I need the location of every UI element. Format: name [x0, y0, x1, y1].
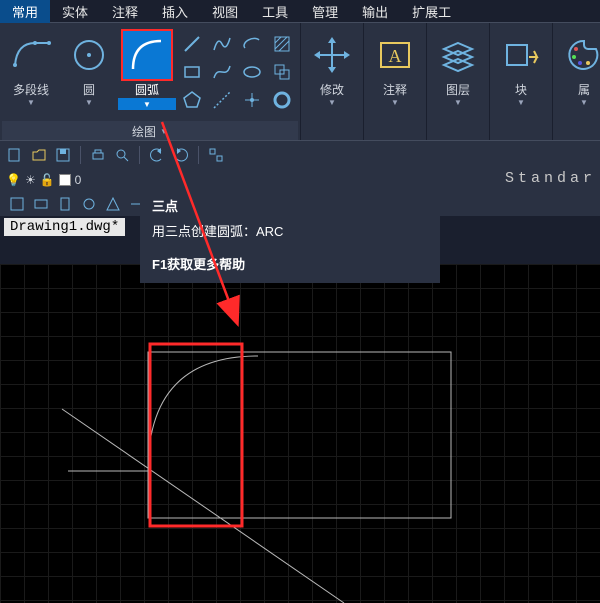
donut-icon[interactable]	[268, 87, 296, 113]
sun-icon[interactable]: ☀	[25, 173, 36, 187]
panel-expand-caret-icon[interactable]: ▼	[160, 127, 168, 136]
arc-icon	[123, 31, 171, 79]
ribbon: 多段线 ▼ 圆 ▼ 圆弧 ▼	[0, 22, 600, 140]
qat-save-icon[interactable]	[52, 144, 74, 166]
tab-common[interactable]: 常用	[0, 0, 50, 23]
properties-label: 属	[578, 81, 590, 98]
properties-button[interactable]: 属 ▼	[555, 27, 600, 111]
palette-icon	[560, 31, 600, 79]
tab-ext[interactable]: 扩展工	[400, 0, 463, 23]
dropdown-caret-icon[interactable]: ▼	[580, 98, 588, 107]
arc-button[interactable]: 圆弧 ▼	[118, 27, 176, 117]
region-icon[interactable]	[268, 59, 296, 85]
svg-text:A: A	[389, 46, 402, 66]
line-icon[interactable]	[178, 31, 206, 57]
layers-icon	[434, 31, 482, 79]
annotate-button[interactable]: A 注释 ▼	[366, 27, 424, 111]
draw-small-tools	[176, 27, 298, 117]
tb-icon-4[interactable]	[78, 193, 100, 215]
move-icon	[308, 31, 356, 79]
spline-cv-icon[interactable]	[208, 59, 236, 85]
tab-manage[interactable]: 管理	[300, 0, 350, 23]
tb-icon-3[interactable]	[54, 193, 76, 215]
lock-icon[interactable]: 🔓	[40, 173, 55, 187]
rectangle-icon[interactable]	[178, 59, 206, 85]
drawing-canvas[interactable]	[0, 264, 600, 603]
polygon-icon[interactable]	[178, 87, 206, 113]
qat-undo-icon[interactable]	[146, 144, 168, 166]
tooltip-description: 用三点创建圆弧：ARC	[152, 221, 428, 240]
tab-insert[interactable]: 插入	[150, 0, 200, 23]
polyline-button[interactable]: 多段线 ▼	[2, 27, 60, 117]
tab-tools[interactable]: 工具	[250, 0, 300, 23]
dropdown-caret-icon[interactable]: ▼	[454, 98, 462, 107]
spline-fit-icon[interactable]	[208, 31, 236, 57]
document-tab[interactable]: Drawing1.dwg*	[4, 218, 125, 236]
layers-button[interactable]: 图层 ▼	[429, 27, 487, 111]
circle-icon	[65, 31, 113, 79]
dropdown-caret-icon[interactable]: ▼	[517, 98, 525, 107]
tb-icon-2[interactable]	[30, 193, 52, 215]
drawing-diagonal-line	[62, 409, 344, 603]
tab-entity[interactable]: 实体	[50, 0, 100, 23]
qat-match-icon[interactable]	[205, 144, 227, 166]
callout-rectangle	[150, 344, 242, 526]
arc-label: 圆弧	[135, 81, 159, 98]
point-icon[interactable]	[238, 87, 266, 113]
block-icon	[497, 31, 545, 79]
qat-new-icon[interactable]	[4, 144, 26, 166]
layers-label: 图层	[446, 81, 470, 98]
ribbon-tab-bar: 常用 实体 注释 插入 视图 工具 管理 输出 扩展工	[0, 0, 600, 22]
qat-preview-icon[interactable]	[111, 144, 133, 166]
quick-access-toolbar	[0, 140, 600, 168]
circle-button[interactable]: 圆 ▼	[60, 27, 118, 117]
tab-view[interactable]: 视图	[200, 0, 250, 23]
polyline-icon	[7, 31, 55, 79]
dropdown-caret-icon[interactable]: ▼	[391, 98, 399, 107]
dropdown-caret-icon[interactable]: ▼	[328, 98, 336, 107]
annotate-label: 注释	[383, 81, 407, 98]
modify-button[interactable]: 修改 ▼	[303, 27, 361, 111]
dropdown-caret-icon[interactable]: ▼	[27, 98, 35, 107]
modify-label: 修改	[320, 81, 344, 98]
text-icon: A	[371, 31, 419, 79]
block-button[interactable]: 块 ▼	[492, 27, 550, 111]
tooltip: 三点 用三点创建圆弧：ARC F1获取更多帮助	[140, 188, 440, 283]
tab-annotate[interactable]: 注释	[100, 0, 150, 23]
tab-output[interactable]: 输出	[350, 0, 400, 23]
qat-redo-icon[interactable]	[170, 144, 192, 166]
block-label: 块	[515, 81, 527, 98]
draw-panel-title: 绘图	[132, 123, 156, 140]
tooltip-title: 三点	[152, 196, 428, 215]
qat-open-icon[interactable]	[28, 144, 50, 166]
ellipse-arc-icon[interactable]	[238, 31, 266, 57]
lightbulb-icon[interactable]: 💡	[6, 173, 21, 187]
hatch-icon[interactable]	[268, 31, 296, 57]
polyline-label: 多段线	[13, 81, 49, 98]
arc-dropdown[interactable]: ▼	[118, 98, 176, 110]
layer-name[interactable]: 0	[75, 173, 82, 187]
tooltip-help: F1获取更多帮助	[152, 254, 428, 273]
drawing-rectangle	[148, 352, 451, 518]
construction-line-icon[interactable]	[208, 87, 236, 113]
dropdown-caret-icon[interactable]: ▼	[85, 98, 93, 107]
qat-print-icon[interactable]	[87, 144, 109, 166]
circle-label: 圆	[83, 81, 95, 98]
tb-icon-5[interactable]	[102, 193, 124, 215]
style-standard-label: Standar	[505, 170, 596, 187]
tb-icon-1[interactable]	[6, 193, 28, 215]
layer-color-swatch[interactable]	[59, 174, 71, 186]
ellipse-icon[interactable]	[238, 59, 266, 85]
